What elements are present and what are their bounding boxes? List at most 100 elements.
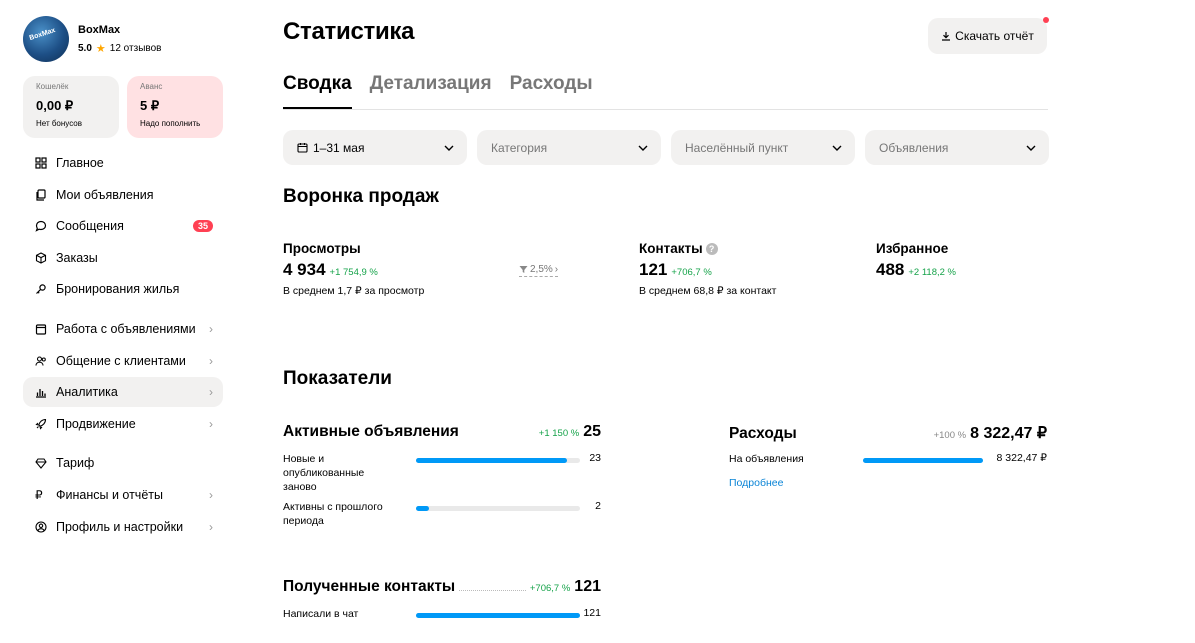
- sidebar-item-messages[interactable]: Сообщения 35: [23, 211, 223, 241]
- copy-icon: [36, 188, 46, 201]
- filter-funnel-icon: [519, 266, 528, 273]
- key-icon: [36, 284, 46, 295]
- sidebar-item-finance[interactable]: ₽ Финансы и отчёты ›: [23, 480, 223, 510]
- download-label: Скачать отчёт: [955, 29, 1034, 43]
- sidebar-item-settings[interactable]: Профиль и настройки ›: [23, 512, 223, 542]
- progress-bar: [416, 458, 580, 463]
- grid-icon: [35, 157, 47, 169]
- profile[interactable]: BoxMax BoxMax 5.0 ★ 12 отзывов: [23, 16, 223, 62]
- ruble-icon: ₽: [35, 487, 43, 502]
- progress-bar: [863, 458, 983, 463]
- profile-name: BoxMax: [78, 23, 121, 36]
- views-avg: В среднем 1,7 ₽ за просмотр: [283, 285, 425, 297]
- sidebar-item-label: Главное: [56, 156, 104, 170]
- wallet-card[interactable]: Кошелёк 0,00 ₽ Нет бонусов: [23, 76, 119, 138]
- progress-bar-fill: [863, 458, 983, 463]
- user-circle-icon: [35, 520, 47, 533]
- progress-bar-fill: [416, 506, 430, 511]
- box-icon: [35, 252, 47, 264]
- tab-summary[interactable]: Сводка: [283, 73, 352, 109]
- tab-expenses[interactable]: Расходы: [510, 73, 593, 109]
- advance-caption: Аванс: [140, 82, 163, 91]
- ads-filter[interactable]: Объявления: [865, 130, 1049, 165]
- profile-rating[interactable]: 5.0 ★ 12 отзывов: [78, 42, 161, 55]
- sidebar-item-orders[interactable]: Заказы: [23, 243, 223, 273]
- chevron-down-icon: [638, 145, 648, 151]
- expenses-title: Расходы: [729, 425, 797, 442]
- contacts-metric-delta: +706,7 %: [529, 583, 571, 594]
- notification-dot: [1043, 17, 1049, 23]
- chevron-down-icon: [1026, 145, 1036, 151]
- sidebar-item-label: Тариф: [56, 456, 95, 471]
- contacts-metric-title: Полученные контакты: [283, 578, 456, 595]
- advance-value: 5 ₽: [140, 98, 160, 113]
- expenses-header: Расходы +100 % 8 322,47 ₽: [729, 423, 1047, 443]
- contacts-header: Полученные контакты +706,7 % 121: [283, 578, 601, 596]
- rating-score: 5.0: [78, 42, 92, 54]
- download-report-button[interactable]: Скачать отчёт: [928, 17, 1049, 54]
- favorites-value: 488: [876, 260, 905, 279]
- contacts-metric-total: 121: [574, 578, 601, 595]
- tabs: Сводка Детализация Расходы: [283, 73, 1048, 110]
- contacts-avg: В среднем 68,8 ₽ за контакт: [639, 285, 777, 297]
- sidebar-item-label: Сообщения: [56, 219, 124, 234]
- date-filter-value: 1–31 мая: [313, 140, 365, 155]
- contacts-label: Контакты: [639, 241, 703, 256]
- tab-details[interactable]: Детализация: [370, 73, 492, 109]
- views-delta: +1 754,9 %: [329, 267, 378, 278]
- sidebar-item-main[interactable]: Главное: [23, 148, 223, 178]
- calendar-icon: [297, 143, 308, 153]
- category-filter-placeholder: Категория: [491, 140, 548, 155]
- favorites-delta: +2 118,2 %: [908, 267, 957, 278]
- sidebar-item-label: Аналитика: [56, 385, 118, 400]
- avatar[interactable]: BoxMax: [23, 16, 69, 62]
- advance-card[interactable]: Аванс 5 ₽ Надо пополнить: [127, 76, 223, 138]
- funnel-title: Воронка продаж: [283, 186, 439, 207]
- funnel-views: Просмотры 4 934 +1 754,9 % В среднем 1,7…: [283, 241, 424, 297]
- chevron-right-icon: ›: [209, 519, 213, 534]
- metric-row: На объявления 8 322,47 ₽: [729, 452, 1047, 466]
- sidebar-item-promotion[interactable]: Продвижение ›: [23, 409, 223, 439]
- wallet-sub: Нет бонусов: [36, 119, 82, 128]
- sidebar-item-label: Мои объявления: [56, 187, 154, 202]
- date-filter[interactable]: 1–31 мая: [283, 130, 467, 165]
- metric-row: Новые и опубликованные заново 23: [283, 452, 601, 494]
- advance-sub: Надо пополнить: [140, 119, 201, 128]
- sidebar-item-my-ads[interactable]: Мои объявления: [23, 180, 223, 210]
- city-filter[interactable]: Населённый пункт: [671, 130, 855, 165]
- wallet-value: 0,00 ₽: [36, 98, 74, 113]
- contacts-delta: +706,7 %: [671, 267, 712, 278]
- category-filter[interactable]: Категория: [477, 130, 661, 165]
- sidebar-item-analytics[interactable]: Аналитика ›: [23, 377, 223, 408]
- sidebar-item-clients[interactable]: Общение с клиентами ›: [23, 346, 223, 376]
- help-icon[interactable]: ?: [705, 242, 718, 255]
- progress-bar-fill: [416, 458, 567, 463]
- rocket-icon: [35, 418, 47, 430]
- active-ads-delta: +1 150 %: [538, 428, 580, 439]
- conversion-rate[interactable]: 2,5% ›: [519, 264, 559, 277]
- sidebar: BoxMax BoxMax 5.0 ★ 12 отзывов Кошелёк 0…: [23, 16, 223, 543]
- star-icon: ★: [95, 42, 106, 55]
- users-icon: [35, 356, 46, 366]
- chevron-right-icon: ›: [209, 353, 213, 368]
- favorites-label: Избранное: [876, 241, 949, 256]
- metric-row-value: 8 322,47 ₽: [996, 452, 1047, 464]
- sidebar-item-ads-work[interactable]: Работа с объявлениями ›: [23, 314, 223, 344]
- sidebar-item-booking[interactable]: Бронирования жилья: [23, 274, 223, 304]
- filters: 1–31 мая Категория Населённый пункт Объя…: [283, 130, 1049, 165]
- metric-row-label: Написали в чат: [283, 608, 359, 620]
- chevron-right-icon: ›: [554, 264, 559, 275]
- metric-row: Активны с прошлого периода 2: [283, 500, 601, 528]
- details-link[interactable]: Подробнее: [729, 477, 783, 489]
- diamond-icon: [35, 458, 47, 470]
- active-ads-title: Активные объявления: [283, 423, 459, 440]
- metric-row-value: 2: [595, 500, 601, 512]
- sidebar-item-label: Заказы: [56, 250, 98, 265]
- sidebar-item-label: Продвижение: [56, 416, 136, 431]
- bar-chart-icon: [36, 389, 46, 398]
- metric-row-label: Активны с прошлого периода: [283, 501, 383, 527]
- funnel-favorites: Избранное 488 +2 118,2 %: [876, 241, 956, 280]
- metric-row-label: На объявления: [729, 453, 804, 465]
- sidebar-item-tariff[interactable]: Тариф: [23, 448, 223, 478]
- metric-row-value: 23: [589, 452, 601, 464]
